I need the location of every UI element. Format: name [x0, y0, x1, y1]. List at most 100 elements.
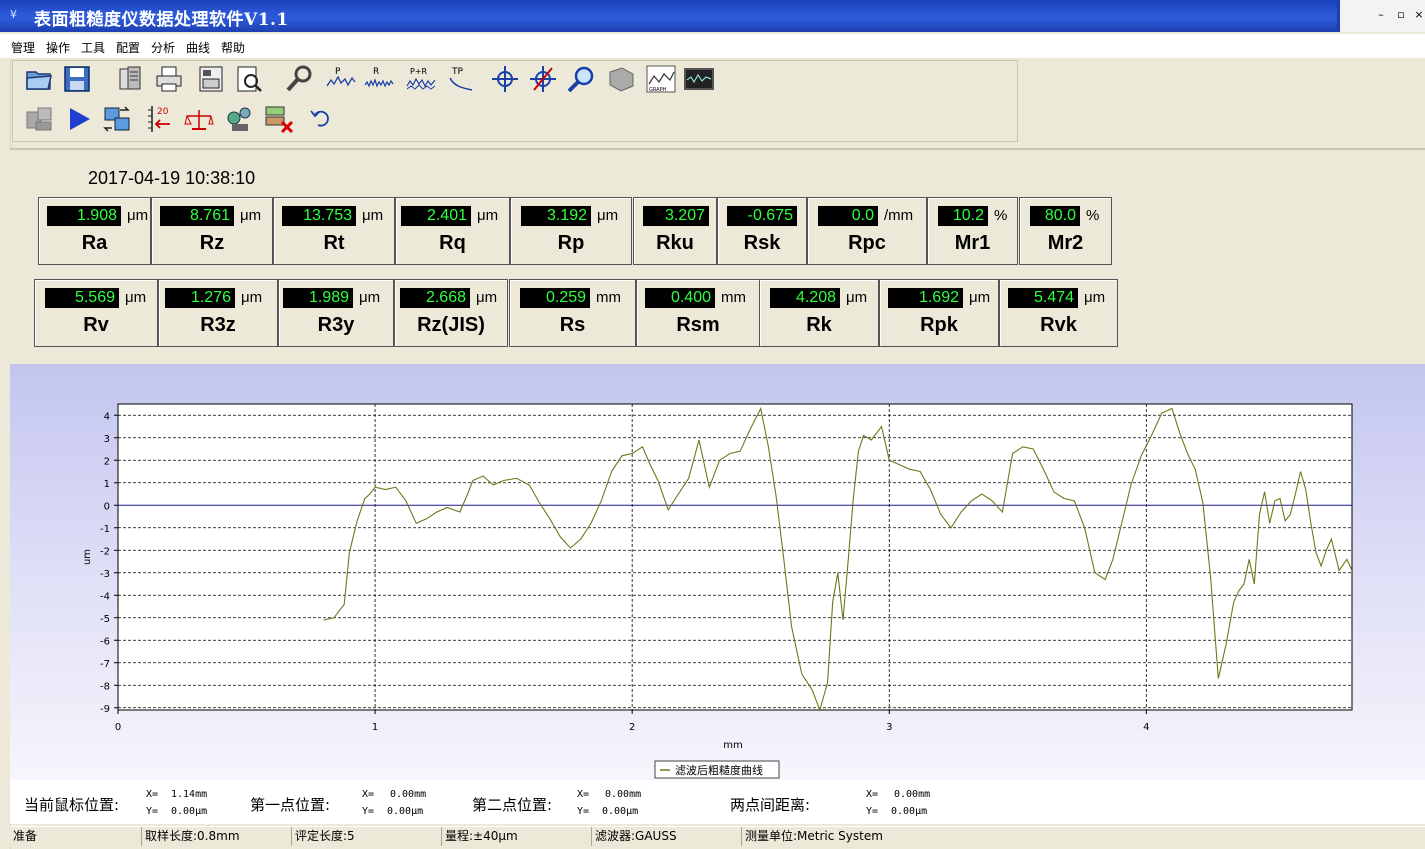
- menu-help[interactable]: 帮助: [221, 39, 245, 56]
- param-name: Rp: [557, 232, 585, 254]
- param-value: 0.259: [520, 288, 590, 308]
- open-folder-icon[interactable]: [23, 63, 55, 95]
- distance-y-value: 0.00μm: [891, 806, 928, 817]
- status-ready: 准备: [10, 827, 142, 846]
- measure-icon[interactable]: [23, 103, 55, 135]
- param-r3y: 1.989 μm R3y: [278, 279, 394, 347]
- y-tick-label: 3: [104, 434, 110, 445]
- menu-config[interactable]: 配置: [116, 39, 140, 56]
- param-rsk: -0.675 Rsk: [717, 197, 807, 265]
- param-value: 3.207: [643, 206, 709, 226]
- param-rt: 13.753 μm Rt: [273, 197, 395, 265]
- plot-area: [117, 403, 1353, 711]
- undo-icon[interactable]: [305, 103, 337, 135]
- network-delete-icon[interactable]: [263, 103, 295, 135]
- database-icon[interactable]: [115, 63, 147, 95]
- run-icon[interactable]: [63, 103, 95, 135]
- crosshair-icon[interactable]: [489, 63, 521, 95]
- y-tick-label: 4: [104, 411, 110, 422]
- x-tick-label: 2: [629, 722, 635, 733]
- param-ra: 1.908 μm Ra: [38, 197, 151, 265]
- profile-p-icon[interactable]: P: [325, 63, 357, 95]
- print-icon[interactable]: [153, 63, 185, 95]
- param-name: Rq: [439, 232, 466, 254]
- first-point-label: 第一点位置:: [250, 796, 331, 814]
- y-tick-label: 0: [104, 501, 110, 512]
- current-position-label: 当前鼠标位置:: [24, 796, 120, 814]
- wrench-icon[interactable]: [283, 63, 315, 95]
- window-title: 表面粗糙度仪数据处理软件V1.1: [34, 10, 289, 30]
- menu-curve[interactable]: 曲线: [186, 39, 210, 56]
- svg-text:P: P: [335, 67, 341, 77]
- x-tick-label: 1: [372, 722, 378, 733]
- menu-operate[interactable]: 操作: [46, 39, 70, 56]
- app-menu-icon[interactable]: ¥: [10, 8, 17, 21]
- param-name: Rpc: [848, 232, 886, 254]
- y-tick-label: -9: [100, 704, 110, 715]
- robot-icon[interactable]: [223, 103, 255, 135]
- param-unit: μm: [969, 289, 991, 306]
- profile-pr-icon[interactable]: P+R: [405, 63, 437, 95]
- param-value: 5.474: [1008, 288, 1078, 308]
- second-y-prefix: Y=: [577, 806, 590, 817]
- menu-manage[interactable]: 管理: [11, 39, 35, 56]
- param-value: 2.401: [401, 206, 471, 226]
- param-name: Rs: [559, 314, 586, 336]
- menu-tools[interactable]: 工具: [81, 39, 105, 56]
- param-unit: /mm: [884, 207, 914, 224]
- param-value: 2.668: [400, 288, 470, 308]
- param-value: 10.2: [938, 206, 988, 226]
- second-y-value: 0.00μm: [602, 806, 639, 817]
- save-icon[interactable]: [61, 63, 93, 95]
- distance-x-value: 0.00mm: [894, 789, 931, 800]
- param-rk: 4.208 μm Rk: [759, 279, 879, 347]
- print-setup-icon[interactable]: [195, 63, 227, 95]
- transfer-icon[interactable]: [101, 103, 133, 135]
- minimize-button[interactable]: –: [1372, 8, 1390, 22]
- svg-text:20: 20: [157, 107, 169, 117]
- print-preview-icon[interactable]: [233, 63, 265, 95]
- profile-tp-icon[interactable]: TP: [445, 63, 477, 95]
- y-tick-label: -6: [100, 636, 110, 647]
- balance-icon[interactable]: [183, 103, 215, 135]
- param-unit: μm: [359, 289, 381, 306]
- menu-analysis[interactable]: 分析: [151, 39, 175, 56]
- graph-icon[interactable]: GRAPH: [645, 63, 677, 95]
- first-y-value: 0.00μm: [387, 806, 424, 817]
- param-name: R3z: [200, 314, 236, 336]
- distance-y-prefix: Y=: [866, 806, 879, 817]
- window-controls: – ▫ ×: [1337, 0, 1425, 32]
- param-name: Rz(JIS): [417, 314, 485, 336]
- param-value: 3.192: [521, 206, 591, 226]
- y-tick-label: -8: [100, 681, 110, 692]
- y-tick-label: -4: [100, 591, 110, 602]
- param-unit: %: [994, 207, 1008, 224]
- oscilloscope-icon[interactable]: [683, 63, 715, 95]
- x-axis-label: mm: [723, 740, 742, 751]
- title-bar: ¥ 表面粗糙度仪数据处理软件V1.1 – ▫ ×: [0, 0, 1425, 32]
- zoom-icon[interactable]: [565, 63, 597, 95]
- measurement-datetime: 2017-04-19 10:38:10: [88, 168, 256, 188]
- x-tick-label: 4: [1143, 722, 1149, 733]
- roughness-chart[interactable]: 4 3 2 1 0 -1 -2 -3 -4 -5 -6 -7 -8 -9 0 1 2 3 4 mm um 滤波后粗糙度曲线: [10, 364, 1425, 780]
- y-tick-label: 2: [104, 456, 110, 467]
- param-r3z: 1.276 μm R3z: [158, 279, 278, 347]
- scale-icon[interactable]: 20: [143, 103, 175, 135]
- x-tick-label: 3: [886, 722, 892, 733]
- param-rsm: 0.400 mm Rsm: [636, 279, 760, 347]
- crosshair-cut-icon[interactable]: [527, 63, 559, 95]
- close-button[interactable]: ×: [1410, 8, 1425, 22]
- y-tick-label: -1: [100, 524, 110, 535]
- svg-text:R: R: [373, 67, 379, 77]
- profile-r-icon[interactable]: R: [363, 63, 395, 95]
- param-name: Mr1: [954, 232, 991, 254]
- param-value: 1.692: [888, 288, 963, 308]
- param-value: 8.761: [160, 206, 234, 226]
- maximize-button[interactable]: ▫: [1392, 8, 1410, 22]
- param-unit: μm: [240, 207, 262, 224]
- param-unit: μm: [125, 289, 147, 306]
- param-name: Ra: [81, 232, 108, 254]
- status-sampling-length: 取样长度:0.8mm: [142, 827, 292, 846]
- y-tick-label: -7: [100, 659, 110, 670]
- eraser-icon[interactable]: [605, 63, 637, 95]
